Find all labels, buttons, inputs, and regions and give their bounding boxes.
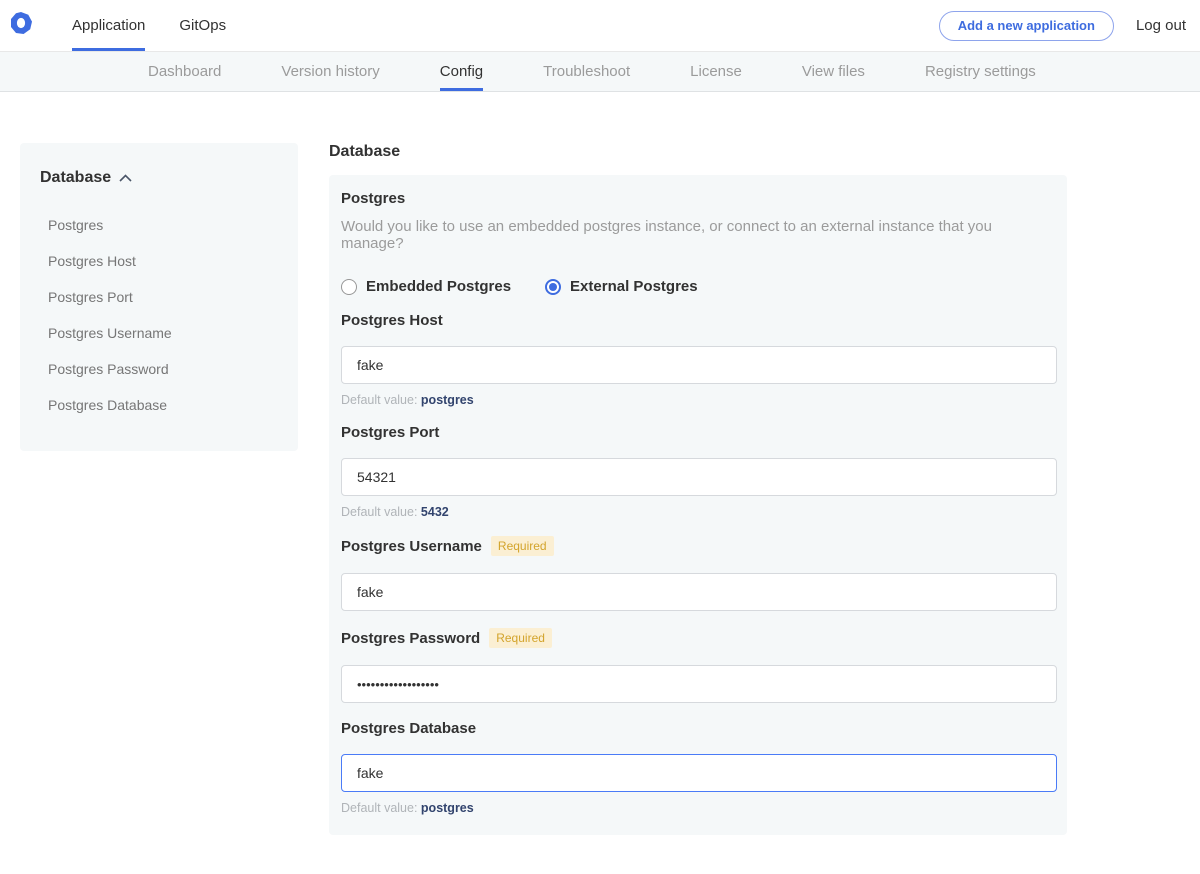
postgres-database-label: Postgres Database (341, 720, 476, 737)
top-tab-gitops[interactable]: GitOps (179, 0, 226, 51)
postgres-port-label: Postgres Port (341, 424, 439, 441)
subnav-tab-license[interactable]: License (690, 52, 742, 91)
default-value-label: Default value: (341, 393, 421, 407)
subnav-tab-troubleshoot[interactable]: Troubleshoot (543, 52, 630, 91)
postgres-password-input[interactable] (341, 665, 1057, 703)
subnav-tab-version-history[interactable]: Version history (281, 52, 379, 91)
postgres-port-default: Default value: 5432 (341, 505, 1056, 519)
postgres-database-default: Default value: postgres (341, 801, 1056, 815)
config-group-heading: Database (329, 143, 1067, 161)
sidebar-item-postgres-database[interactable]: Postgres Database (40, 387, 278, 423)
sidebar-item-postgres-username[interactable]: Postgres Username (40, 315, 278, 351)
default-value-text: postgres (421, 393, 474, 407)
top-navigation-bar: Application GitOps Add a new application… (0, 0, 1200, 52)
default-value-text: postgres (421, 801, 474, 815)
radio-unchecked-icon[interactable] (341, 279, 357, 295)
postgres-username-label: Postgres Username (341, 538, 482, 555)
postgres-port-input[interactable] (341, 458, 1057, 496)
postgres-host-label: Postgres Host (341, 312, 443, 329)
field-postgres-port: Postgres Port Default value: 5432 (341, 424, 1056, 519)
postgres-help-text: Would you like to use an embedded postgr… (341, 218, 1056, 252)
kots-logo-icon (10, 12, 32, 39)
required-badge: Required (489, 628, 552, 648)
chevron-up-icon (119, 169, 132, 187)
postgres-host-default: Default value: postgres (341, 393, 1056, 407)
config-page: Database Postgres Postgres Host Postgres… (0, 92, 1200, 874)
subnav-tab-config[interactable]: Config (440, 52, 483, 91)
radio-external-postgres[interactable]: External Postgres (545, 278, 698, 295)
subnav-tab-dashboard[interactable]: Dashboard (148, 52, 221, 91)
radio-embedded-postgres-label: Embedded Postgres (366, 278, 511, 295)
database-config-card: Postgres Would you like to use an embedd… (329, 175, 1067, 835)
postgres-host-input[interactable] (341, 346, 1057, 384)
app-logo[interactable] (10, 0, 32, 51)
radio-checked-icon[interactable] (545, 279, 561, 295)
sidebar-item-list: Postgres Postgres Host Postgres Port Pos… (40, 207, 278, 423)
postgres-password-label: Postgres Password (341, 630, 480, 647)
field-postgres-username: Postgres Username Required (341, 536, 1056, 611)
field-postgres-password: Postgres Password Required (341, 628, 1056, 703)
add-new-application-button[interactable]: Add a new application (939, 11, 1114, 41)
subnav-tab-registry-settings[interactable]: Registry settings (925, 52, 1036, 91)
default-value-label: Default value: (341, 801, 421, 815)
radio-external-postgres-label: External Postgres (570, 278, 698, 295)
sidebar-group-database[interactable]: Database (40, 169, 278, 187)
default-value-label: Default value: (341, 505, 421, 519)
logout-link[interactable]: Log out (1136, 17, 1186, 34)
postgres-mode-radio-group: Embedded Postgres External Postgres (341, 278, 1056, 295)
postgres-database-input[interactable] (341, 754, 1057, 792)
radio-embedded-postgres[interactable]: Embedded Postgres (341, 278, 511, 295)
sidebar-group-label: Database (40, 169, 111, 187)
sidebar-item-postgres-port[interactable]: Postgres Port (40, 279, 278, 315)
top-tab-application[interactable]: Application (72, 0, 145, 51)
required-badge: Required (491, 536, 554, 556)
sidebar-item-postgres[interactable]: Postgres (40, 207, 278, 243)
subnav-tab-view-files[interactable]: View files (802, 52, 865, 91)
default-value-text: 5432 (421, 505, 449, 519)
sidebar-item-postgres-host[interactable]: Postgres Host (40, 243, 278, 279)
postgres-item-label: Postgres (341, 190, 1056, 207)
postgres-username-input[interactable] (341, 573, 1057, 611)
config-sidebar: Database Postgres Postgres Host Postgres… (20, 143, 298, 451)
field-postgres-database: Postgres Database Default value: postgre… (341, 720, 1056, 815)
config-main: Database Postgres Would you like to use … (329, 143, 1067, 874)
field-postgres-host: Postgres Host Default value: postgres (341, 312, 1056, 407)
top-tabs: Application GitOps (72, 0, 226, 51)
sidebar-item-postgres-password[interactable]: Postgres Password (40, 351, 278, 387)
app-subnav: Dashboard Version history Config Trouble… (0, 52, 1200, 92)
